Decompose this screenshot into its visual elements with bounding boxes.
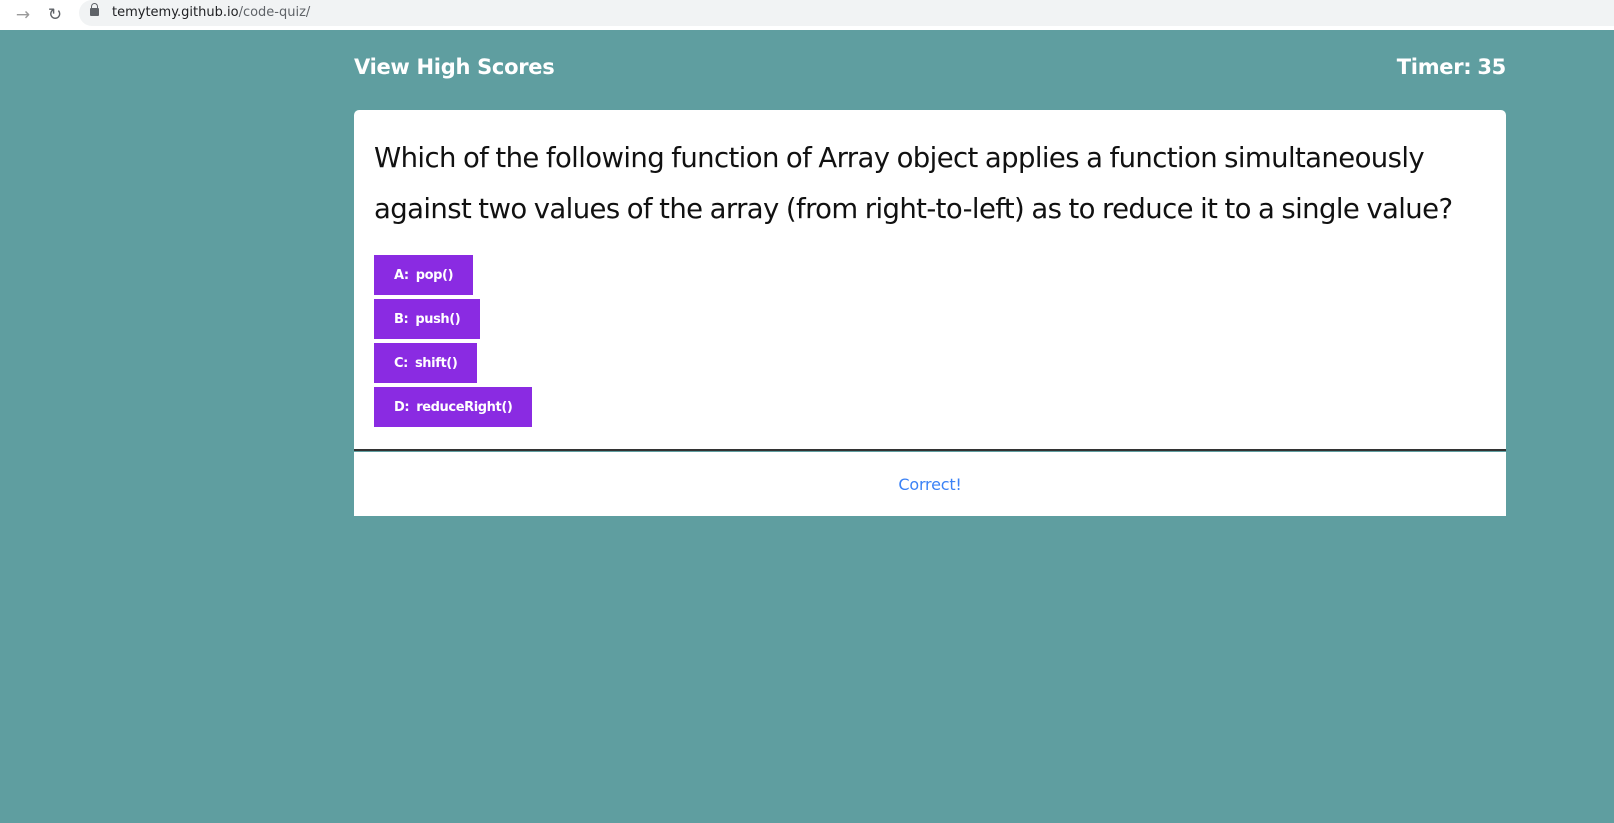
answer-list: A: pop() B: push() C: shift() D: reduceRight… xyxy=(374,255,533,431)
feedback-panel: Correct! xyxy=(354,452,1506,516)
question-text: Which of the following function of Array… xyxy=(374,142,1453,225)
view-high-scores-link[interactable]: View High Scores xyxy=(354,55,555,79)
browser-toolbar: → ↻ temytemy.github.io/code-quiz/ xyxy=(0,0,1614,30)
answer-letter: A: xyxy=(394,267,409,283)
url-host: temytemy.github.io xyxy=(112,5,239,20)
feedback-message: Correct! xyxy=(898,474,962,494)
timer: Timer: 35 xyxy=(1396,55,1507,79)
answer-button-c[interactable]: C: shift() xyxy=(374,343,478,383)
timer-label: Timer: xyxy=(1396,55,1472,79)
answer-text: push() xyxy=(415,311,461,327)
answer-text: shift() xyxy=(414,355,458,371)
url-path: /code-quiz/ xyxy=(238,5,311,20)
forward-arrow-icon[interactable]: → xyxy=(11,3,35,27)
timer-value: 35 xyxy=(1477,55,1506,79)
answer-letter: D: xyxy=(394,399,410,415)
answer-button-d[interactable]: D: reduceRight() xyxy=(374,387,533,427)
answer-button-b[interactable]: B: push() xyxy=(374,299,481,339)
address-bar[interactable]: temytemy.github.io/code-quiz/ xyxy=(79,0,1614,26)
reload-icon[interactable]: ↻ xyxy=(43,3,67,27)
answer-text: pop() xyxy=(415,267,454,283)
quiz-card: Which of the following function of Array… xyxy=(354,110,1506,451)
lock-icon xyxy=(90,3,99,16)
url-text[interactable]: temytemy.github.io/code-quiz/ xyxy=(112,5,310,20)
answer-letter: C: xyxy=(394,355,408,371)
answer-letter: B: xyxy=(394,311,409,327)
answer-button-a[interactable]: A: pop() xyxy=(374,255,474,295)
answer-text: reduceRight() xyxy=(416,399,513,415)
